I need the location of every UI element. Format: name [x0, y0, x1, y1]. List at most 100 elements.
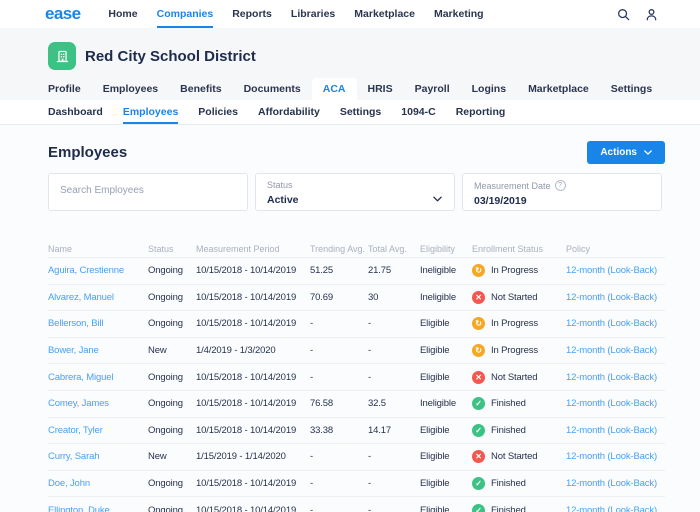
- policy-link[interactable]: 12-month (Look-Back): [566, 505, 665, 512]
- trending-avg-cell: -: [310, 371, 314, 383]
- help-icon[interactable]: ?: [554, 180, 566, 191]
- table-row: Bower, Jane New 1/4/2019 - 1/3/2020 - - Eligi…: [48, 338, 665, 365]
- page-title: Employees: [48, 143, 128, 161]
- status-cell: Ongoing: [148, 371, 183, 383]
- total-avg-cell: -: [368, 345, 372, 357]
- subtab-dashboard[interactable]: Dashboard: [48, 100, 103, 124]
- policy-link[interactable]: 12-month (Look-Back): [566, 451, 665, 462]
- nav-item-marketplace[interactable]: Marketplace: [354, 0, 415, 28]
- enrollment-status-label: In Progress: [491, 265, 538, 277]
- status-cell: Ongoing: [148, 265, 183, 277]
- policy-link[interactable]: 12-month (Look-Back): [566, 265, 665, 276]
- employee-name-link[interactable]: Curry, Sarah: [48, 451, 148, 462]
- policy-link[interactable]: 12-month (Look-Back): [566, 318, 665, 329]
- status-cell: Ongoing: [148, 478, 183, 490]
- tab-payroll[interactable]: Payroll: [404, 78, 461, 100]
- eligibility-cell: Eligible: [420, 478, 450, 490]
- search-icon[interactable]: [617, 8, 630, 21]
- employee-name-link[interactable]: Creator, Tyler: [48, 425, 148, 436]
- notstarted-status-icon: ✕: [472, 450, 485, 464]
- status-cell: Ongoing: [148, 424, 183, 436]
- column-header-name: Name: [48, 243, 73, 254]
- tab-logins[interactable]: Logins: [461, 78, 517, 100]
- policy-link[interactable]: 12-month (Look-Back): [566, 372, 665, 383]
- notstarted-status-icon: ✕: [472, 290, 485, 304]
- tab-hris[interactable]: HRIS: [357, 78, 404, 100]
- subtab-affordability[interactable]: Affordability: [258, 100, 320, 124]
- table-row: Aguira, Crestienne Ongoing 10/15/2018 - 10…: [48, 258, 665, 285]
- progress-status-icon: ↻: [472, 264, 485, 278]
- subtab-1094-c[interactable]: 1094-C: [401, 100, 435, 124]
- company-name: Red City School District: [85, 47, 256, 65]
- nav-item-companies[interactable]: Companies: [156, 0, 214, 28]
- policy-link[interactable]: 12-month (Look-Back): [566, 345, 665, 356]
- table-row: Curry, Sarah New 1/15/2019 - 1/14/2020 - - El…: [48, 444, 665, 471]
- eligibility-cell: Eligible: [420, 345, 450, 357]
- measurement-period-cell: 10/15/2018 - 10/14/2019: [196, 398, 297, 410]
- total-avg-cell: -: [368, 478, 372, 490]
- enrollment-status-label: Finished: [491, 478, 526, 490]
- employee-name-link[interactable]: Ellington, Duke: [48, 505, 148, 512]
- status-filter[interactable]: Status Active: [255, 173, 455, 211]
- policy-link[interactable]: 12-month (Look-Back): [566, 398, 665, 409]
- total-avg-cell: 14.17: [368, 424, 392, 436]
- chevron-down-icon: [433, 189, 442, 207]
- employee-name-link[interactable]: Bower, Jane: [48, 345, 148, 356]
- nav-item-marketing[interactable]: Marketing: [434, 0, 484, 28]
- policy-link[interactable]: 12-month (Look-Back): [566, 292, 665, 303]
- enrollment-status-label: In Progress: [491, 345, 538, 357]
- app-window: ease Home Companies Reports Libraries Market…: [0, 0, 700, 512]
- actions-button-label: Actions: [600, 146, 637, 158]
- table-body: Aguira, Crestienne Ongoing 10/15/2018 - 10…: [48, 258, 665, 512]
- eligibility-cell: Ineligible: [420, 291, 456, 303]
- actions-button[interactable]: Actions: [587, 140, 665, 164]
- employees-table: Name Status Measurement Period Trending Avg…: [48, 240, 665, 512]
- tab-benefits[interactable]: Benefits: [169, 78, 232, 100]
- enrollment-status-label: Finished: [491, 424, 526, 436]
- measurement-period-cell: 10/15/2018 - 10/14/2019: [196, 478, 297, 490]
- trending-avg-cell: -: [310, 505, 314, 512]
- eligibility-cell: Eligible: [420, 451, 450, 463]
- policy-link[interactable]: 12-month (Look-Back): [566, 478, 665, 489]
- measurement-period-cell: 10/15/2018 - 10/14/2019: [196, 505, 297, 512]
- total-avg-cell: -: [368, 505, 372, 512]
- nav-item-libraries[interactable]: Libraries: [291, 0, 335, 28]
- total-avg-cell: -: [368, 451, 372, 463]
- subtab-policies[interactable]: Policies: [198, 100, 238, 124]
- measurement-period-cell: 10/15/2018 - 10/14/2019: [196, 424, 297, 436]
- employee-name-link[interactable]: Cabrera, Miguel: [48, 372, 148, 383]
- nav-item-reports[interactable]: Reports: [232, 0, 272, 28]
- employee-name-link[interactable]: Comey, James: [48, 398, 148, 409]
- measurement-date-filter[interactable]: Measurement Date ? 03/19/2019: [462, 173, 662, 211]
- nav-item-home[interactable]: Home: [108, 0, 137, 28]
- user-icon[interactable]: [645, 8, 658, 21]
- employee-name-link[interactable]: Aguira, Crestienne: [48, 265, 148, 276]
- measurement-period-cell: 1/15/2019 - 1/14/2020: [196, 451, 286, 463]
- total-avg-cell: 32.5: [368, 398, 386, 410]
- search-employees-input[interactable]: [60, 184, 236, 196]
- tab-profile[interactable]: Profile: [37, 78, 92, 100]
- ease-logo[interactable]: ease: [45, 4, 81, 24]
- tab-settings[interactable]: Settings: [600, 78, 663, 100]
- subtab-employees[interactable]: Employees: [122, 100, 179, 124]
- subtab-reporting[interactable]: Reporting: [456, 100, 506, 124]
- search-employees-box[interactable]: [48, 173, 248, 211]
- employee-name-link[interactable]: Alvarez, Manuel: [48, 292, 148, 303]
- subtab-settings[interactable]: Settings: [340, 100, 381, 124]
- employee-name-link[interactable]: Bellerson, Bill: [48, 318, 148, 329]
- company-avatar: [48, 42, 76, 70]
- policy-link[interactable]: 12-month (Look-Back): [566, 425, 665, 436]
- tab-employees[interactable]: Employees: [92, 78, 169, 100]
- trending-avg-cell: 70.69: [310, 291, 334, 303]
- tab-documents[interactable]: Documents: [233, 78, 312, 100]
- employee-name-link[interactable]: Doe, John: [48, 478, 148, 489]
- measurement-period-cell: 10/15/2018 - 10/14/2019: [196, 318, 297, 330]
- tab-aca[interactable]: ACA: [311, 78, 357, 100]
- notstarted-status-icon: ✕: [472, 370, 485, 384]
- company-header: Red City School District Profile Employee…: [0, 28, 700, 100]
- table-row: Comey, James Ongoing 10/15/2018 - 10/14/20…: [48, 391, 665, 418]
- total-avg-cell: -: [368, 371, 372, 383]
- finished-status-icon: ✓: [472, 423, 485, 437]
- column-header-measurement-period: Measurement Period: [196, 243, 280, 254]
- tab-marketplace[interactable]: Marketplace: [517, 78, 600, 100]
